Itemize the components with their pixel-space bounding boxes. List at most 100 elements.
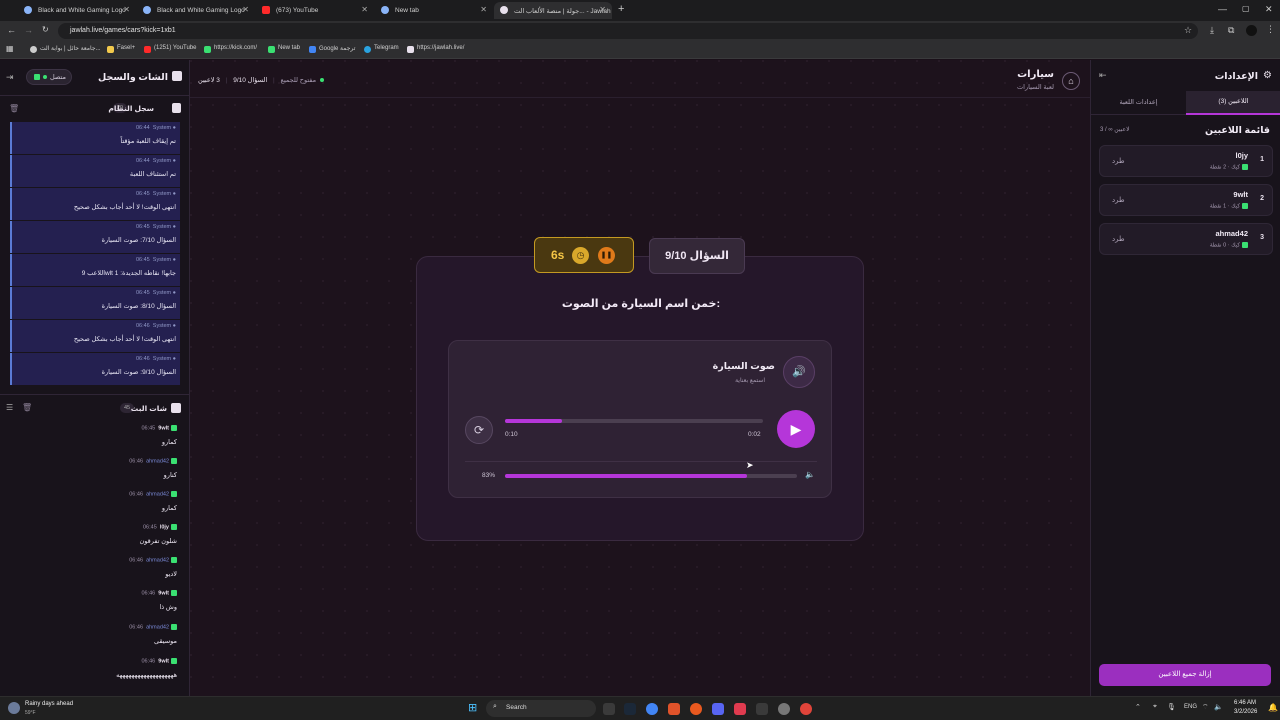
- bookmark-item[interactable]: (1251) YouTube: [144, 45, 196, 53]
- tab-label: Black and White Gaming Logo: [157, 7, 245, 14]
- entry-time: 06:44: [135, 125, 150, 131]
- playback-progress-bar[interactable]: [505, 419, 763, 423]
- close-icon[interactable]: ✕: [480, 5, 487, 14]
- clock-date[interactable]: 3/2/2026: [1234, 709, 1257, 715]
- new-tab-button[interactable]: +: [618, 3, 624, 15]
- app-icon[interactable]: [734, 703, 746, 715]
- location-icon[interactable]: ⌖: [1153, 703, 1157, 711]
- language-indicator[interactable]: ENG: [1184, 704, 1197, 710]
- close-icon[interactable]: ✕: [123, 5, 130, 14]
- browser-tab[interactable]: (673) YouTube ✕: [256, 2, 374, 19]
- kick-player-button[interactable]: طرد: [1112, 157, 1125, 165]
- url-input[interactable]: jawlah.live/games/cars?kick=1xb1: [58, 23, 1198, 39]
- steam-icon[interactable]: [624, 703, 636, 715]
- wifi-icon[interactable]: ⌔: [1202, 703, 1209, 712]
- filter-icon[interactable]: ☰: [6, 403, 13, 412]
- download-icon[interactable]: ⤓: [1210, 25, 1214, 36]
- app-icon[interactable]: [756, 703, 768, 715]
- volume-icon[interactable]: 🔈: [805, 470, 815, 479]
- url-text: jawlah.live/games/cars?kick=1xb1: [70, 27, 176, 34]
- chevron-up-icon[interactable]: ⌃: [1135, 703, 1141, 711]
- message-user[interactable]: ahmad42: [146, 491, 169, 497]
- message-user[interactable]: ahmad42: [146, 557, 169, 563]
- profile-avatar[interactable]: [1246, 25, 1257, 36]
- close-icon[interactable]: ✕: [599, 5, 606, 14]
- discord-icon[interactable]: [712, 703, 724, 715]
- bookmark-item[interactable]: Telegram: [364, 45, 399, 53]
- collapse-panel-icon[interactable]: ⇥: [6, 72, 14, 83]
- app-icon[interactable]: [800, 703, 812, 715]
- settings-icon[interactable]: [778, 703, 790, 715]
- apps-icon[interactable]: ▦: [6, 44, 14, 53]
- trash-icon[interactable]: 🗑: [9, 104, 19, 113]
- menu-icon[interactable]: ⋮: [1266, 24, 1275, 35]
- trash-icon[interactable]: 🗑: [22, 403, 32, 412]
- play-button[interactable]: ▶: [777, 410, 815, 448]
- windows-start-icon[interactable]: ⊞: [468, 703, 477, 714]
- bookmark-item[interactable]: New tab: [268, 45, 300, 53]
- entry-time: 06:46: [135, 356, 150, 362]
- collapse-panel-icon[interactable]: ⇤: [1099, 70, 1107, 81]
- message-user[interactable]: 9wlt: [158, 658, 169, 664]
- volume-tray-icon[interactable]: 🔈: [1214, 703, 1223, 711]
- message-user[interactable]: ahmad42: [146, 624, 169, 630]
- window-close-icon[interactable]: ✕: [1265, 4, 1273, 15]
- volume-slider[interactable]: [505, 474, 797, 478]
- extensions-icon[interactable]: ⧉: [1228, 25, 1234, 36]
- pause-button[interactable]: ❚❚: [598, 247, 615, 264]
- task-view-icon[interactable]: [603, 703, 615, 715]
- taskbar-search[interactable]: ⌕ Search: [486, 700, 596, 717]
- home-icon[interactable]: ⌂: [1062, 72, 1080, 90]
- entry-meta: 06:44 System ●: [135, 125, 176, 131]
- weather-icon[interactable]: [8, 702, 20, 714]
- message-user[interactable]: 9wlt: [158, 590, 169, 596]
- tab-players[interactable]: اللاعبين (3): [1186, 91, 1280, 115]
- minimize-icon[interactable]: —: [1218, 4, 1227, 14]
- bookmark-label: جامعة حائل | بوابة الت...: [40, 46, 101, 52]
- bookmark-item[interactable]: https://kick.com/: [204, 45, 257, 53]
- kick-icon: [33, 74, 40, 80]
- entry-text: السؤال 9/10: صوت السيارة: [101, 369, 176, 376]
- browser-tab[interactable]: New tab ✕: [375, 2, 493, 19]
- audio-title: صوت السيارة: [712, 361, 775, 372]
- bookmark-item[interactable]: جامعة حائل | بوابة الت...: [30, 45, 101, 53]
- back-icon[interactable]: ←: [7, 25, 16, 35]
- bookmark-item[interactable]: https://jawlah.live/: [407, 45, 464, 53]
- kick-player-button[interactable]: طرد: [1112, 196, 1125, 204]
- chat-message: 06:46 ahmad42 موسيقى: [7, 624, 177, 654]
- reload-icon[interactable]: ↻: [42, 25, 49, 34]
- chrome-icon[interactable]: [646, 703, 658, 715]
- mic-icon[interactable]: 🎙: [1167, 703, 1176, 711]
- message-user[interactable]: ahmad42: [146, 458, 169, 464]
- players-list-title: قائمة اللاعبين: [1205, 125, 1270, 136]
- clock-time[interactable]: 6:46 AM: [1234, 700, 1256, 706]
- bookmark-star-icon[interactable]: ☆: [1184, 25, 1192, 36]
- bookmark-item[interactable]: Google ترجمة: [309, 45, 355, 53]
- maximize-icon[interactable]: ▢: [1242, 4, 1250, 13]
- message-meta: 06:45 9wlt: [141, 425, 177, 431]
- kick-icon: [171, 624, 177, 630]
- kick-player-button[interactable]: طرد: [1112, 235, 1125, 243]
- browser-tab-active[interactable]: جولة | منصة الألعاب الت... - Jawlah ✕: [494, 2, 612, 19]
- message-user[interactable]: l0jy: [160, 524, 169, 530]
- bookmark-item[interactable]: Fasel+: [107, 45, 135, 53]
- close-icon[interactable]: ✕: [361, 5, 368, 14]
- browser-tab[interactable]: Black and White Gaming Logo ✕: [137, 2, 255, 19]
- player-detail: كيك · 0 نقطة: [1209, 242, 1240, 249]
- replay-button[interactable]: ⟳: [465, 416, 493, 444]
- browser-tab[interactable]: Black and White Gaming Logo ✕: [18, 2, 136, 19]
- remove-all-players-button[interactable]: إزالة جميع اللاعبين: [1099, 664, 1271, 686]
- entry-source: System: [152, 356, 172, 362]
- notification-bell-icon[interactable]: 🔔: [1268, 703, 1278, 712]
- forward-icon[interactable]: →: [24, 25, 33, 35]
- app-icon[interactable]: [668, 703, 680, 715]
- firefox-icon[interactable]: [690, 703, 702, 715]
- player-rank: 2: [1260, 195, 1264, 202]
- system-log-entry: 06:46 System ● انتهى الوقت! لا أحد أجاب ب…: [10, 320, 180, 352]
- tab-label: Black and White Gaming Logo: [38, 7, 126, 14]
- player-row: 3 ahmad42 كيك · 0 نقطة طرد: [1099, 223, 1273, 255]
- tab-game-settings[interactable]: إعدادات اللعبة: [1091, 91, 1186, 115]
- message-user[interactable]: 9wlt: [158, 425, 169, 431]
- message-meta: 06:46 ahmad42: [129, 491, 177, 497]
- close-icon[interactable]: ✕: [242, 5, 249, 14]
